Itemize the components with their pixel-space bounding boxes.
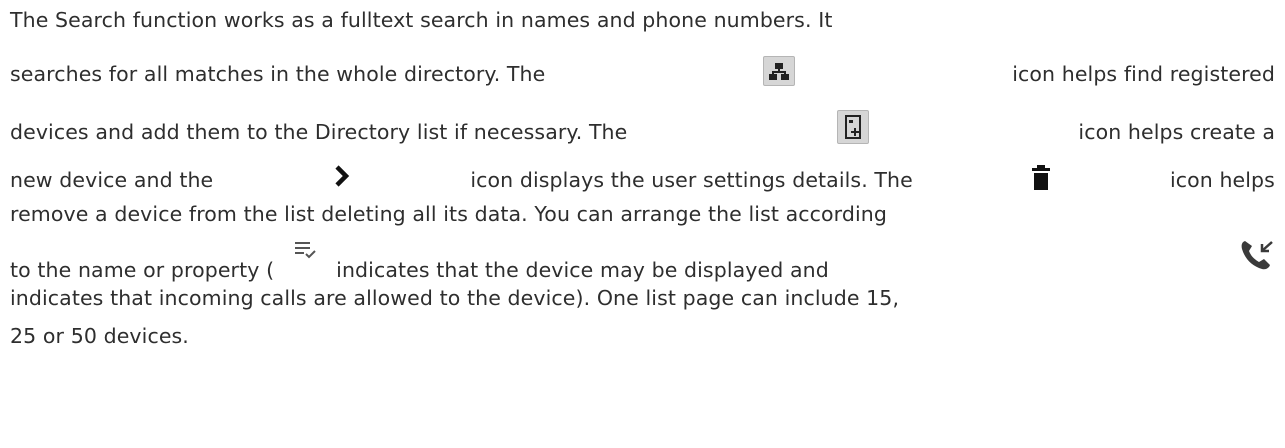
line-text: devices and add them to the Directory li…	[10, 120, 628, 144]
add-device-icon	[836, 110, 869, 144]
line-text: indicates that incoming calls are allowe…	[10, 286, 900, 310]
text-line-1: The Search function works as a fulltext …	[10, 4, 1275, 32]
line-text: to the name or property (	[10, 258, 275, 282]
line-text: icon helps	[1169, 168, 1275, 192]
incoming-call-icon	[1239, 238, 1275, 272]
line-text: 25 or 50 devices.	[10, 324, 189, 348]
line-text: remove a device from the list deleting a…	[10, 202, 887, 226]
line-text: searches for all matches in the whole di…	[10, 62, 546, 86]
line-text: The Search function works as a fulltext …	[10, 8, 833, 32]
trash-icon	[1030, 164, 1052, 192]
text-line-2: searches for all matches in the whole di…	[10, 54, 1275, 86]
text-line-7: indicates that incoming calls are allowe…	[10, 282, 1275, 310]
sort-check-icon	[292, 238, 318, 264]
chevron-right-icon	[329, 162, 355, 192]
line-text: indicates that the device may be display…	[336, 258, 829, 282]
text-line-5: remove a device from the list deleting a…	[10, 198, 1275, 226]
line-text: new device and the	[10, 168, 214, 192]
text-line-4: new device and the icon displays the use…	[10, 162, 1275, 192]
registered-devices-icon	[762, 56, 795, 86]
text-line-8: 25 or 50 devices.	[10, 320, 1275, 348]
line-text: icon displays the user settings details.…	[470, 168, 913, 192]
text-line-6: to the name or property ( indicates that…	[10, 238, 1275, 282]
line-text: icon helps find registered	[1012, 62, 1275, 86]
text-line-3: devices and add them to the Directory li…	[10, 108, 1275, 144]
line-text: icon helps create a	[1078, 120, 1275, 144]
help-paragraph: The Search function works as a fulltext …	[10, 4, 1275, 348]
